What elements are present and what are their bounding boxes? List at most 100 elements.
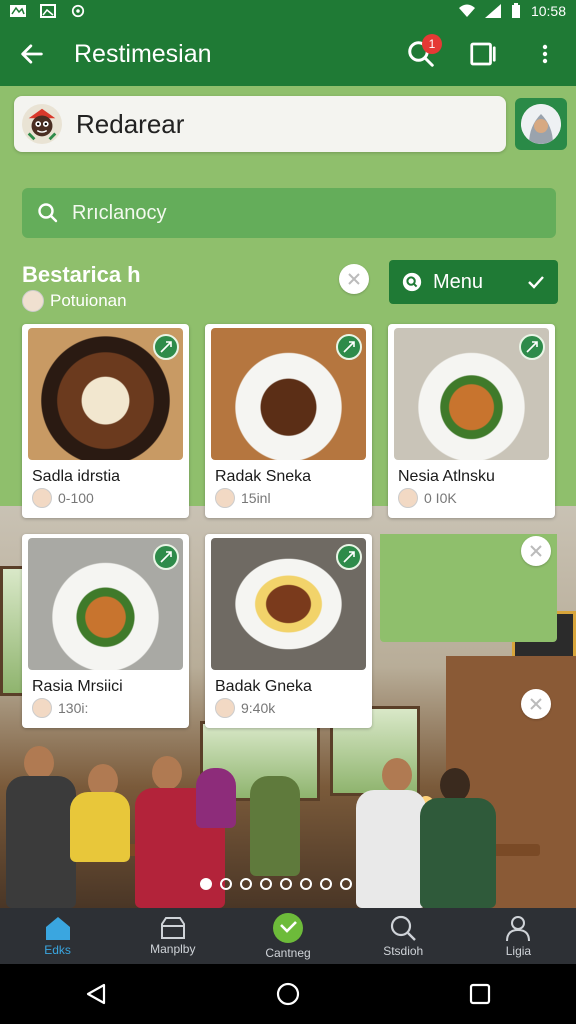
app-bar: Restimesian 1 <box>0 22 576 86</box>
page-title: Restimesian <box>74 39 212 68</box>
person <box>196 768 236 828</box>
bottom-navigation: Edks Manplby Cantneg Stsdioh Ligia <box>0 908 576 964</box>
select-check[interactable] <box>336 544 362 570</box>
dish-meta: 0 I0K <box>398 488 457 508</box>
system-navigation <box>0 964 576 1024</box>
dish-card[interactable]: Rasia Mrsiici 130i: <box>22 534 189 728</box>
mascot-icon <box>27 108 57 141</box>
avatar <box>215 698 235 718</box>
dish-card[interactable]: Badak Gneka 9:40k <box>205 534 372 728</box>
main-content: Redarear Rrıclanocy Bestarica h Potuiona… <box>0 86 576 908</box>
search-button[interactable]: 1 <box>390 22 452 86</box>
select-check[interactable] <box>153 544 179 570</box>
dish-meta: 15inl <box>215 488 271 508</box>
brand-logo <box>22 104 62 144</box>
person-head <box>382 758 412 792</box>
arrow-left-icon <box>21 44 43 64</box>
wifi-icon <box>458 4 475 17</box>
person-icon <box>506 916 531 942</box>
avatar <box>32 698 52 718</box>
person <box>250 776 300 876</box>
carousel-dot[interactable] <box>340 878 352 890</box>
more-vertical-icon <box>542 44 548 64</box>
dish-meta-text: 15inl <box>241 490 271 506</box>
person <box>70 792 130 862</box>
expand-icon <box>526 341 538 353</box>
carousel-dot[interactable] <box>220 878 232 890</box>
home-circle-icon[interactable] <box>275 981 301 1007</box>
nav-label: Stsdioh <box>383 944 424 958</box>
screen-icon <box>470 42 496 66</box>
person <box>420 798 496 908</box>
search-placeholder: Rrıclanocy <box>72 201 167 224</box>
carousel-dot[interactable] <box>300 878 312 890</box>
close-button[interactable] <box>339 264 369 294</box>
nav-item-search[interactable]: Stsdioh <box>346 908 461 964</box>
nav-item-inbox[interactable]: Manplby <box>115 908 230 964</box>
nav-label: Cantneg <box>265 946 311 960</box>
close-icon <box>530 545 542 557</box>
carousel-dot[interactable] <box>240 878 252 890</box>
menu-button[interactable]: Menu <box>389 260 558 304</box>
person-head <box>152 756 182 790</box>
dish-card[interactable]: Radak Sneka 15inl <box>205 324 372 518</box>
profile-button[interactable] <box>515 98 567 150</box>
dish-meta-text: 9:40k <box>241 700 276 716</box>
expand-icon <box>343 551 355 563</box>
dish-meta: 9:40k <box>215 698 275 718</box>
battery-icon <box>511 3 520 18</box>
nav-item-checkin[interactable]: Cantneg <box>230 908 345 964</box>
search-field[interactable]: Rrıclanocy <box>22 188 556 238</box>
select-check[interactable] <box>519 334 545 360</box>
close-button[interactable] <box>521 536 551 566</box>
back-button[interactable] <box>0 22 64 86</box>
inbox-icon <box>160 917 185 939</box>
status-bar: 10:58 <box>0 0 576 22</box>
nav-item-home[interactable]: Edks <box>0 908 115 964</box>
dish-name: Sadla idrstia <box>32 468 121 485</box>
dish-card[interactable]: Nesia Atlnsku 0 I0K <box>388 324 555 518</box>
expand-icon <box>160 551 172 563</box>
back-triangle-icon[interactable] <box>84 982 108 1006</box>
close-button[interactable] <box>521 689 551 719</box>
person <box>6 776 76 908</box>
recents-square-icon[interactable] <box>468 982 492 1006</box>
location-bar[interactable]: Redarear <box>14 96 506 152</box>
nav-label: Edks <box>44 943 71 957</box>
sync-notification-icon <box>71 4 85 18</box>
carousel-dot[interactable] <box>280 878 292 890</box>
carousel-dot[interactable] <box>260 878 272 890</box>
dish-meta-text: 0-100 <box>58 490 94 506</box>
dish-name: Nesia Atlnsku <box>398 468 495 485</box>
carousel-dot[interactable] <box>200 878 212 890</box>
select-check[interactable] <box>336 334 362 360</box>
location-label: Redarear <box>76 108 185 139</box>
section-title: Bestarica h <box>22 262 141 287</box>
person-head <box>440 768 470 802</box>
dish-meta-text: 0 I0K <box>424 490 457 506</box>
nav-label: Ligia <box>505 944 532 958</box>
carousel-dot[interactable] <box>320 878 332 890</box>
more-options-button[interactable] <box>514 22 576 86</box>
image-notification-icon <box>40 4 56 18</box>
expand-icon <box>160 341 172 353</box>
dish-name: Rasia Mrsiici <box>32 678 123 695</box>
expand-icon <box>343 341 355 353</box>
avatar <box>398 488 418 508</box>
dish-card[interactable]: Sadla idrstia 0-100 <box>22 324 189 518</box>
cast-button[interactable] <box>452 22 514 86</box>
carousel-indicator <box>200 878 352 890</box>
avatar <box>32 488 52 508</box>
user-avatar-icon <box>521 104 561 144</box>
close-icon <box>530 698 542 710</box>
person-head <box>24 746 54 780</box>
app-notification-icon <box>10 5 26 17</box>
search-icon <box>38 203 58 223</box>
close-icon <box>348 273 360 285</box>
nav-item-profile[interactable]: Ligia <box>461 908 576 964</box>
dish-name: Badak Gneka <box>215 678 312 695</box>
person <box>356 790 426 908</box>
check-circle-icon <box>273 913 303 943</box>
avatar <box>215 488 235 508</box>
select-check[interactable] <box>153 334 179 360</box>
